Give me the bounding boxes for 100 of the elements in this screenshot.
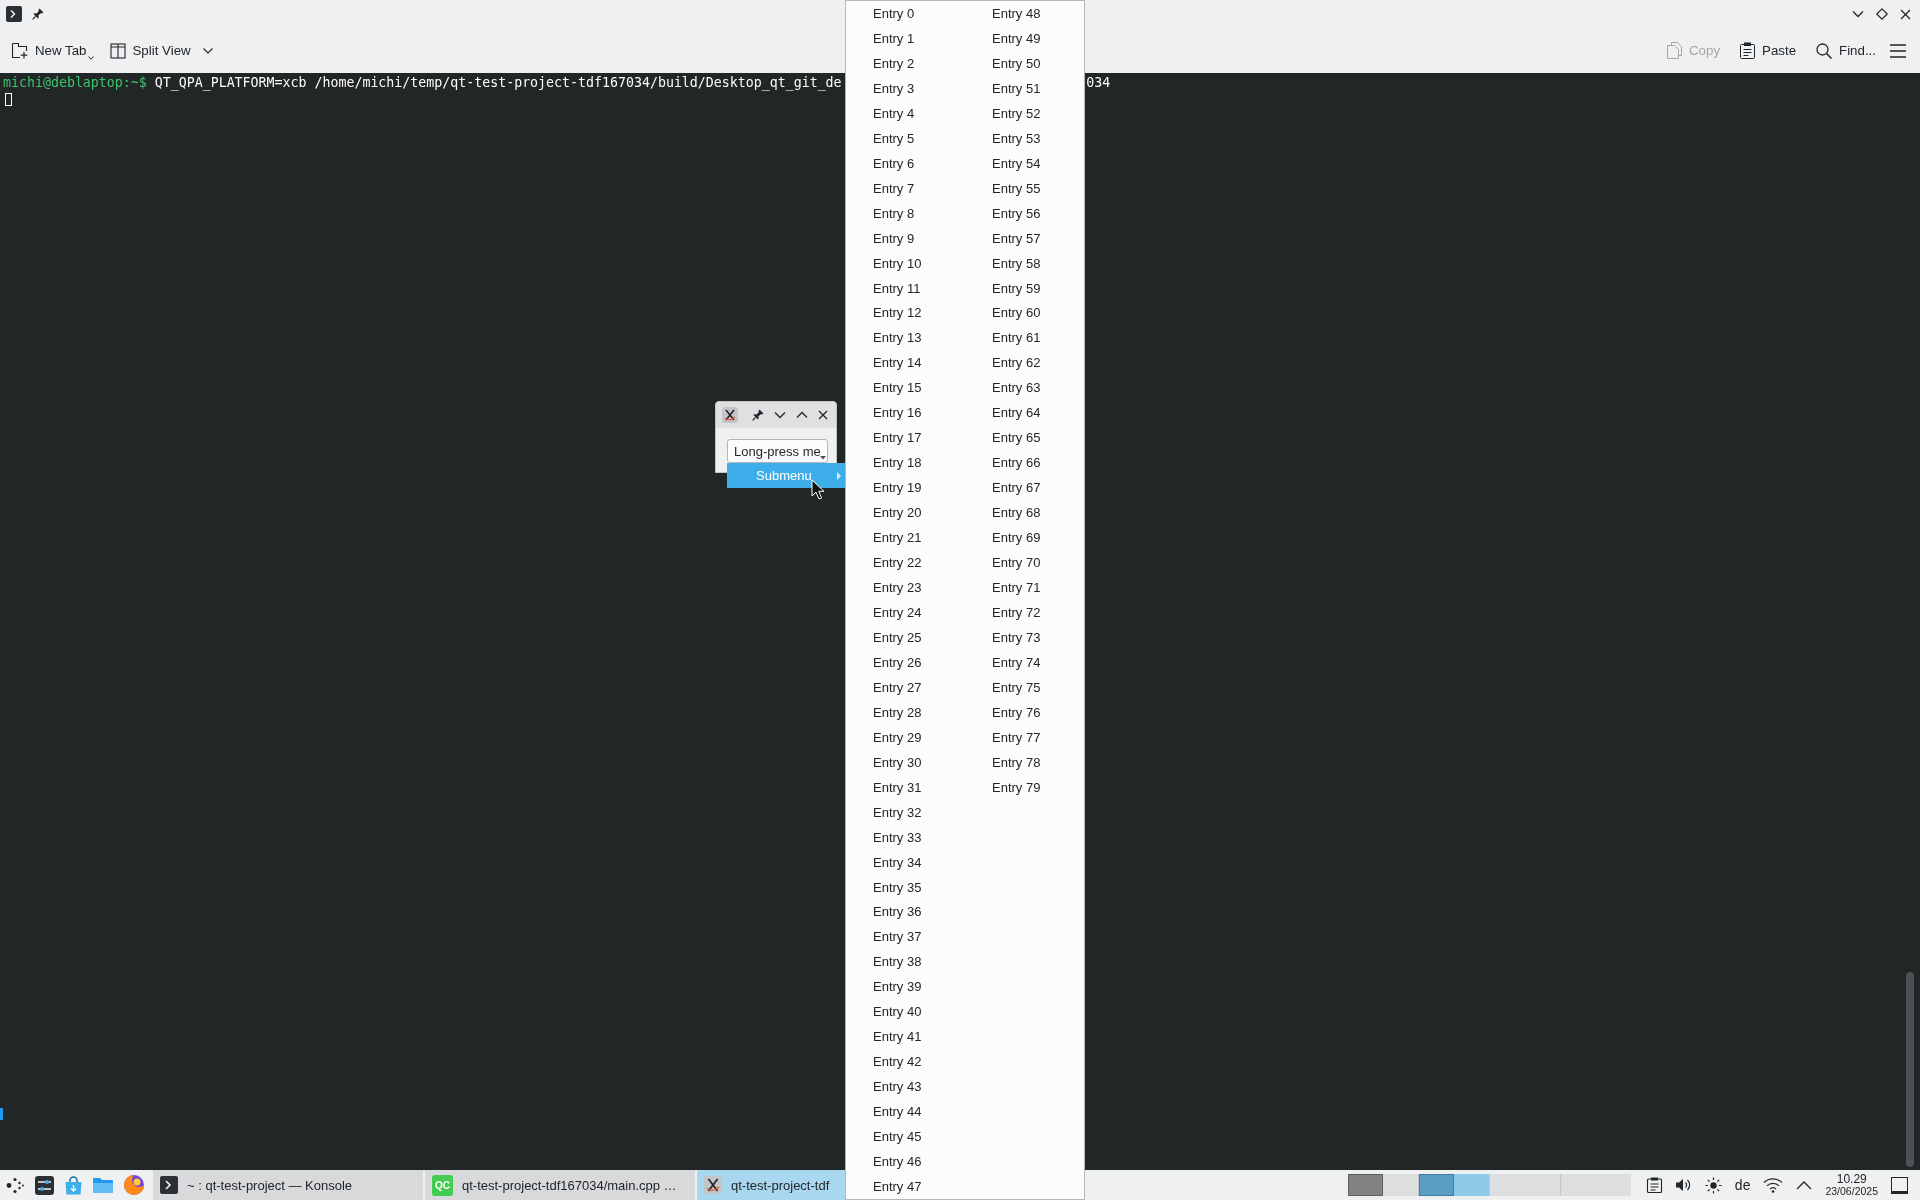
- shopping-bag-icon[interactable]: [64, 1175, 83, 1195]
- menu-item[interactable]: Entry 37: [846, 924, 965, 950]
- menu-item[interactable]: Entry 41: [846, 1024, 965, 1050]
- menu-item[interactable]: Entry 73: [965, 624, 1084, 650]
- menu-item[interactable]: Entry 52: [965, 100, 1084, 126]
- task-button[interactable]: QC qt-test-project-tdf167034/main.cpp …: [425, 1170, 695, 1200]
- menu-item[interactable]: Entry 78: [965, 749, 1084, 775]
- menu-item[interactable]: Entry 36: [846, 899, 965, 925]
- menu-item[interactable]: Entry 10: [846, 250, 965, 276]
- menu-item[interactable]: Entry 24: [846, 600, 965, 625]
- close-icon[interactable]: [818, 410, 828, 420]
- menu-item[interactable]: Entry 76: [965, 699, 1084, 725]
- clock-time[interactable]: 10.29: [1836, 1173, 1867, 1185]
- menu-item[interactable]: Entry 43: [846, 1074, 965, 1100]
- menu-item[interactable]: Entry 79: [965, 774, 1084, 800]
- menu-item[interactable]: Entry 28: [846, 699, 965, 725]
- menu-item[interactable]: Entry 55: [965, 175, 1084, 201]
- speaker-icon[interactable]: [1674, 1177, 1692, 1193]
- menu-item[interactable]: Entry 72: [965, 600, 1084, 625]
- long-press-button[interactable]: Long-press me: [727, 439, 828, 463]
- menu-item[interactable]: Entry 30: [846, 749, 965, 775]
- menu-item[interactable]: Entry 27: [846, 674, 965, 700]
- menu-item[interactable]: Entry 67: [965, 475, 1084, 501]
- menu-icon[interactable]: [1890, 43, 1906, 58]
- desktop-thumbnail[interactable]: [1489, 1174, 1560, 1196]
- close-icon[interactable]: [1900, 8, 1911, 20]
- menu-item[interactable]: Entry 58: [965, 250, 1084, 276]
- diamond-icon[interactable]: [1876, 8, 1888, 20]
- menu-item[interactable]: Entry 33: [846, 824, 965, 850]
- menu-item[interactable]: Entry 63: [965, 375, 1084, 401]
- menu-item[interactable]: Entry 11: [846, 275, 965, 301]
- menu-item[interactable]: Entry 74: [965, 649, 1084, 675]
- desktop-thumbnail[interactable]: [1418, 1174, 1489, 1196]
- globe-icon[interactable]: [123, 1174, 145, 1196]
- menu-item[interactable]: Entry 5: [846, 125, 965, 151]
- menu-item[interactable]: Entry 20: [846, 500, 965, 526]
- menu-item[interactable]: Entry 8: [846, 200, 965, 226]
- menu-item[interactable]: Entry 46: [846, 1149, 965, 1175]
- folder-icon[interactable]: [93, 1176, 113, 1194]
- menu-item[interactable]: Entry 57: [965, 225, 1084, 251]
- menu-item[interactable]: Entry 32: [846, 799, 965, 825]
- chevron-down-icon[interactable]: [1852, 8, 1864, 20]
- menu-item[interactable]: Entry 38: [846, 949, 965, 975]
- menu-item[interactable]: Entry 50: [965, 50, 1084, 76]
- menu-item[interactable]: Entry 3: [846, 75, 965, 101]
- toolbar-button[interactable]: Paste: [1734, 34, 1803, 67]
- chevron-down-icon[interactable]: [774, 409, 786, 421]
- menu-item[interactable]: Entry 34: [846, 849, 965, 875]
- desktop-thumbnail[interactable]: [1560, 1174, 1631, 1196]
- menu-item[interactable]: Entry 40: [846, 999, 965, 1025]
- menu-item[interactable]: Entry 61: [965, 325, 1084, 351]
- menu-item[interactable]: Entry 62: [965, 350, 1084, 376]
- menu-item[interactable]: Entry 26: [846, 649, 965, 675]
- menu-item[interactable]: Entry 6: [846, 150, 965, 176]
- menu-item[interactable]: Entry 68: [965, 500, 1084, 526]
- menu-item[interactable]: Entry 13: [846, 325, 965, 351]
- menu-item[interactable]: Entry 16: [846, 400, 965, 426]
- menu-item[interactable]: Entry 70: [965, 550, 1084, 576]
- pin-icon[interactable]: [32, 8, 44, 20]
- menu-item[interactable]: Entry 15: [846, 375, 965, 401]
- menu-item[interactable]: Entry 7: [846, 175, 965, 201]
- menu-item[interactable]: Entry 59: [965, 275, 1084, 301]
- launcher-icon[interactable]: [6, 1175, 25, 1195]
- menu-item[interactable]: Entry 49: [965, 25, 1084, 51]
- menu-item[interactable]: Entry 17: [846, 425, 965, 451]
- toolbar-button[interactable]: Split View: [103, 34, 219, 67]
- menu-item[interactable]: Entry 48: [965, 1, 1084, 26]
- menu-item[interactable]: Entry 53: [965, 125, 1084, 151]
- clock-date[interactable]: 23/06/2025: [1825, 1186, 1878, 1197]
- scrollbar[interactable]: [1906, 972, 1914, 1167]
- menu-item[interactable]: Entry 29: [846, 724, 965, 750]
- chevron-up-icon[interactable]: [796, 409, 808, 421]
- menu-item[interactable]: Entry 69: [965, 525, 1084, 551]
- menu-item[interactable]: Entry 25: [846, 624, 965, 650]
- menu-item[interactable]: Entry 64: [965, 400, 1084, 426]
- menu-item[interactable]: Entry 0: [846, 1, 965, 26]
- menu-item[interactable]: Entry 4: [846, 100, 965, 126]
- menu-item[interactable]: Entry 23: [846, 575, 965, 600]
- task-button[interactable]: ~ : qt-test-project — Konsole: [153, 1170, 423, 1200]
- desktop-thumbnail[interactable]: [1347, 1174, 1418, 1196]
- menu-item[interactable]: Entry 51: [965, 75, 1084, 101]
- caret-up-icon[interactable]: [1796, 1180, 1813, 1190]
- menu-item[interactable]: Entry 14: [846, 350, 965, 376]
- menu-item[interactable]: Entry 71: [965, 575, 1084, 600]
- menu-item[interactable]: Entry 42: [846, 1049, 965, 1075]
- menu-item[interactable]: Entry 1: [846, 25, 965, 51]
- menu-item[interactable]: Entry 19: [846, 475, 965, 501]
- menu-item[interactable]: Entry 31: [846, 774, 965, 800]
- menu-item[interactable]: Entry 60: [965, 300, 1084, 326]
- pin-icon[interactable]: [752, 409, 764, 421]
- menu-item[interactable]: Entry 12: [846, 300, 965, 326]
- keyboard-layout-indicator[interactable]: de: [1734, 1177, 1751, 1193]
- toolbar-button[interactable]: New Tab: [5, 34, 100, 67]
- menu-item[interactable]: Entry 9: [846, 225, 965, 251]
- menu-item[interactable]: Entry 18: [846, 450, 965, 476]
- menu-item[interactable]: Entry 75: [965, 674, 1084, 700]
- wifi-icon[interactable]: [1763, 1177, 1784, 1193]
- window-icon[interactable]: [1891, 1176, 1908, 1194]
- menu-item[interactable]: Entry 56: [965, 200, 1084, 226]
- terminal-icon[interactable]: [6, 6, 22, 22]
